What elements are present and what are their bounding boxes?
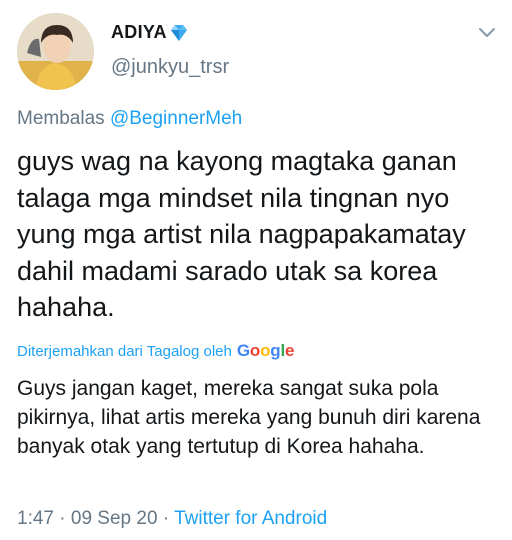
tweet-meta: 1:47 · 09 Sep 20 · Twitter for Android bbox=[17, 508, 327, 530]
reply-mention-link[interactable]: @BeginnerMeh bbox=[110, 108, 242, 129]
chevron-down-icon[interactable] bbox=[478, 26, 496, 40]
reply-context: Membalas @BeginnerMeh bbox=[17, 108, 242, 130]
tweet-source-link[interactable]: Twitter for Android bbox=[174, 508, 327, 529]
meta-separator: · bbox=[157, 508, 175, 529]
user-name-row: ADIYA bbox=[111, 22, 189, 43]
user-handle[interactable]: @junkyu_trsr bbox=[111, 56, 229, 79]
tweet-time[interactable]: 1:47 bbox=[17, 508, 54, 529]
translation-label: Diterjemahkan dari Tagalog oleh bbox=[17, 343, 232, 360]
translated-text: Guys jangan kaget, mereka sangat suka po… bbox=[17, 377, 481, 458]
translation-attribution[interactable]: Diterjemahkan dari Tagalog oleh Google bbox=[17, 341, 294, 361]
reply-prefix: Membalas bbox=[17, 108, 105, 129]
tweet-date[interactable]: 09 Sep 20 bbox=[71, 508, 158, 529]
avatar[interactable] bbox=[17, 13, 94, 90]
tweet-text: guys wag na kayong magtaka ganan talaga … bbox=[17, 146, 466, 322]
display-name[interactable]: ADIYA bbox=[111, 22, 167, 43]
google-logo: Google bbox=[236, 341, 295, 360]
diamond-icon bbox=[170, 24, 187, 41]
meta-separator: · bbox=[53, 508, 71, 529]
